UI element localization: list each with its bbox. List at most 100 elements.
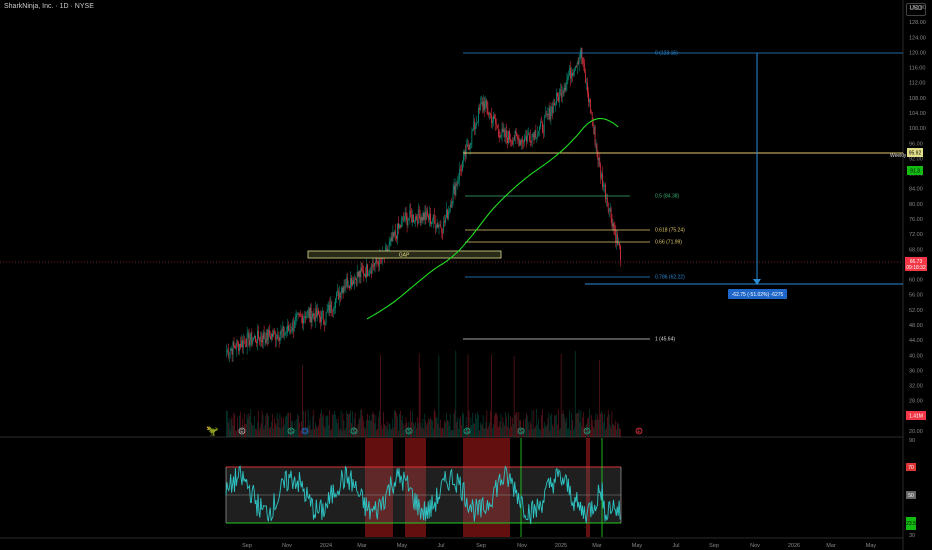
volume-bar [317,427,318,437]
candle-body [481,102,483,107]
candle-body [368,272,370,276]
volume-bar [320,413,321,437]
candle-body [431,221,433,223]
candle-body [529,135,531,141]
candle-body [580,47,582,58]
candle-body [412,214,413,223]
volume-bar [504,425,506,437]
price-tick: 52.00 [909,308,923,314]
candle-body [276,334,278,339]
chart-canvas[interactable]: GAP 0 (123.15) 0.5 (84.38) 0.618 (75.24)… [0,0,932,550]
candle-body [414,221,415,223]
candle-body [266,329,268,343]
candle-body [284,333,285,336]
candle-body [500,135,502,138]
volume-bar [552,425,554,437]
time-tick: Mar [592,543,602,549]
volume-bar [477,412,478,437]
volume-bar [284,424,285,437]
price-axis[interactable]: 132.00 128.00 124.00 120.00 116.00 112.00 108.… [909,5,926,435]
volume-bar [540,429,541,437]
candle-body [294,319,296,328]
candle-body [408,218,410,221]
candle-body [471,131,473,143]
volume-bar [255,428,256,437]
volume-bar [536,409,538,437]
candle-body [482,101,484,107]
candle-body [452,190,454,203]
volume-bar [496,415,498,437]
volume-bar [576,413,578,437]
volume-bar [563,414,565,437]
volume-bar [447,420,448,437]
volume-bar [394,410,396,437]
candle-body [613,223,615,229]
volume-bar [498,425,500,437]
candle-body [451,202,453,208]
time-tick: Nov [750,543,760,549]
volume-bar [593,427,595,437]
volume-bar [251,422,253,437]
price-tick: 40.00 [909,353,923,359]
volume-bar [404,425,406,437]
candle-body [470,142,472,145]
volume-bar [331,428,332,437]
volume-bar [262,415,264,437]
volume-bar [502,417,504,437]
candle-body [440,224,442,228]
volume-bar [368,415,370,437]
volume-bar [263,428,265,437]
candle-body [609,208,611,210]
time-tick: 2026 [788,543,800,549]
volume-bar [553,426,554,437]
volume-bar [526,413,527,437]
volume-bar [568,428,569,437]
candle-body [289,329,290,331]
candle-body [548,107,550,115]
volume-bar [399,410,401,437]
rsi-tick-90: 90 [909,438,915,444]
volume-bar [330,430,332,437]
candle-body [267,329,269,340]
volume-bar [341,430,343,437]
candle-body [504,129,506,137]
volume-bar [312,415,314,437]
price-tick: 112.00 [909,81,925,87]
volume-bar [326,416,328,437]
volume-bar [253,424,254,437]
candle-body [352,280,353,286]
candle-body [447,209,448,219]
volume-bar [365,428,366,437]
candle-body [525,136,526,138]
candle-body [567,77,569,80]
volume-bar [229,428,231,437]
candle-body [549,107,551,120]
volume-bar [245,424,247,437]
volume-bar [525,418,526,437]
volume-bar [545,427,547,437]
gap-label: GAP [399,253,410,259]
candle-body [429,213,430,220]
candle-body [291,322,293,332]
volume-bar [598,420,600,437]
volume-bar [237,417,238,437]
volume-bar [423,428,425,437]
volume-bar [481,424,483,437]
candle-body [598,157,600,161]
volume-bar [344,430,346,437]
candle-body [269,329,270,337]
candle-body [324,322,326,325]
candle-body [454,185,456,196]
candle-body [255,335,256,342]
volume-bar [313,410,315,437]
time-axis[interactable]: Sep Nov 2024 Mar May Jul Sep Nov 2025 Mar May Jul Se… [242,543,876,549]
volume-bar [259,426,261,437]
candle-body [261,339,263,343]
volume-bar [419,367,421,437]
candle-body [311,317,313,323]
candle-body [271,333,272,340]
time-tick: 2025 [555,543,567,549]
candle-body [230,348,232,351]
event-split-label: S [352,429,356,435]
volume-bar [431,419,432,437]
